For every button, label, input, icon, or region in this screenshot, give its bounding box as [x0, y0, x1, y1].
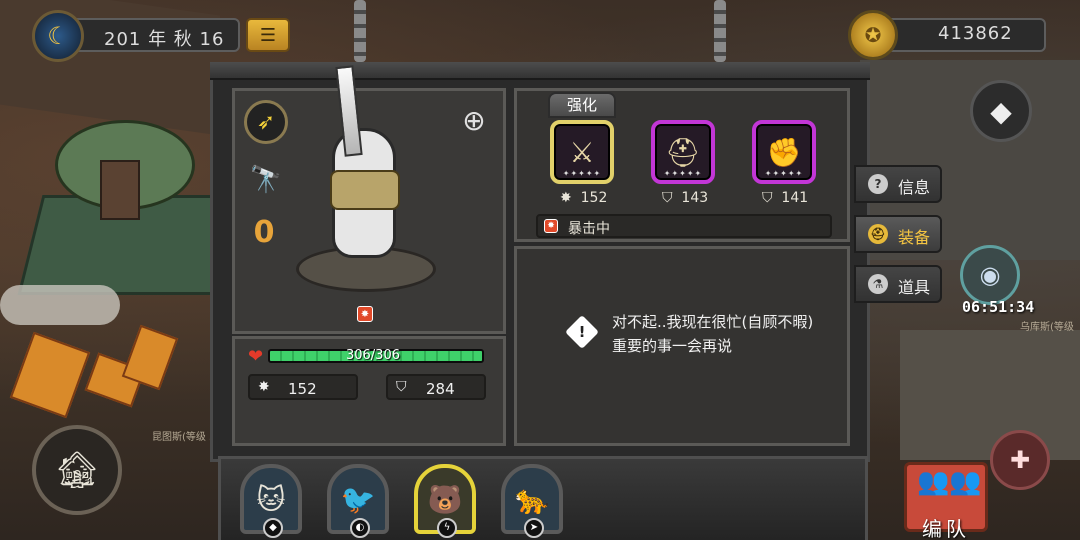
- add-bunny-icon[interactable]: ⊕: [452, 98, 496, 142]
- hanging-chain: [354, 0, 366, 62]
- message-text: 对不起..我现在很忙(自顾不暇)重要的事一会再说: [612, 313, 814, 355]
- shield-icon: ⛉: [762, 190, 773, 206]
- tab-equip[interactable]: ⛑ 装备: [854, 215, 942, 253]
- team-member-slot[interactable]: 🐆 ➤: [501, 464, 563, 538]
- equip-stat-weapon: ✸ 152: [560, 190, 607, 206]
- season-moon-icon[interactable]: ☾: [32, 10, 84, 62]
- attack-stat: ✸ 152: [248, 374, 358, 400]
- crit-status-icon: ✸: [357, 306, 373, 322]
- equip-slot-helmet[interactable]: ⛑ ✦✦✦✦✦: [651, 120, 715, 184]
- countdown-timer: 06:51:34: [962, 298, 1035, 316]
- attack-icon: ✸: [560, 190, 572, 206]
- helmet-icon: ⛑: [665, 135, 701, 169]
- cat-portrait-icon: 🐱: [256, 482, 286, 516]
- gold-amount: 413862: [938, 23, 1013, 44]
- helmet-icon: ⛑: [868, 224, 888, 244]
- shield-icon: ⛉: [662, 190, 673, 206]
- team-member-slot[interactable]: 🐱 ◆: [240, 464, 302, 538]
- defense-value: 284: [426, 380, 455, 398]
- slot-stars: ✦✦✦✦✦: [562, 169, 602, 178]
- calendar-button[interactable]: ☰: [246, 18, 290, 52]
- formation-button[interactable]: 👥👥 编队: [904, 462, 988, 540]
- slot-stars: ✦✦✦✦✦: [663, 169, 703, 178]
- date-text: 201 年 秋 16: [104, 29, 225, 50]
- panel-top-bar: [210, 62, 870, 80]
- hero-armor: [330, 170, 400, 210]
- skill-icon[interactable]: ➶: [244, 100, 288, 144]
- gold-coin-icon: ✪: [848, 10, 898, 60]
- leopard-portrait-icon: 🐆: [514, 482, 550, 516]
- crit-status-icon: ✸: [544, 219, 558, 233]
- question-icon: ?: [868, 174, 888, 194]
- shield-icon: ⛉: [396, 379, 407, 395]
- warning-mark: !: [578, 323, 586, 341]
- attack-value: 152: [288, 380, 317, 398]
- slot-stars: ✦✦✦✦✦: [764, 169, 804, 178]
- equip-value: 141: [781, 190, 809, 206]
- telescope-icon[interactable]: 🔭: [244, 158, 288, 202]
- enhance-tab[interactable]: 强化: [548, 92, 616, 118]
- formation-label: 编队: [922, 517, 970, 540]
- team-member-slot-active[interactable]: 🐻 ϟ: [414, 464, 476, 538]
- class-badge-icon: ◆: [263, 518, 283, 538]
- tab-equip-label: 装备: [898, 228, 931, 247]
- effect-row: ✸ 暴击中: [536, 214, 832, 238]
- enemy-label-right: 乌库斯(等级: [1020, 322, 1074, 333]
- hanging-chain: [714, 0, 726, 62]
- enemy-portrait-timed[interactable]: ◉: [960, 245, 1020, 305]
- tab-items-label: 道具: [898, 278, 931, 297]
- team-member-slot[interactable]: 🐦 ◐: [327, 464, 389, 538]
- class-badge-icon: ➤: [524, 518, 544, 538]
- attack-icon: ✸: [258, 379, 270, 395]
- tab-items[interactable]: ⚗ 道具: [854, 265, 942, 303]
- gauntlet-icon: ✊: [766, 135, 802, 169]
- class-badge-icon: ϟ: [437, 518, 457, 538]
- rank-wings-icon[interactable]: 0: [242, 210, 286, 254]
- enemy-portrait-bottom[interactable]: ✚: [990, 430, 1050, 490]
- equip-stat-helmet: ⛉ 143: [662, 190, 708, 206]
- village-icon[interactable]: 🏚: [32, 425, 122, 515]
- bird-portrait-icon: 🐦: [340, 482, 376, 516]
- equip-value: 152: [580, 190, 608, 206]
- enemy-portrait-top[interactable]: ◆: [970, 80, 1032, 142]
- hp-text: 306/306: [345, 348, 400, 363]
- tab-info-label: 信息: [898, 178, 931, 197]
- cloud: [0, 285, 120, 325]
- equip-value: 143: [681, 190, 709, 206]
- equip-slot-gauntlet[interactable]: ✊ ✦✦✦✦✦: [752, 120, 816, 184]
- bear-portrait-icon: 🐻: [427, 482, 463, 516]
- class-badge-icon: ◐: [350, 518, 370, 538]
- potion-icon: ⚗: [868, 274, 888, 294]
- sword-icon: ⚔: [569, 135, 595, 169]
- defense-stat: ⛉ 284: [386, 374, 486, 400]
- equip-stat-gauntlet: ⛉ 141: [762, 190, 808, 206]
- heart-icon: ❤: [248, 346, 264, 367]
- tree-trunk: [100, 160, 140, 220]
- team-people-icon: 👥👥: [917, 467, 982, 497]
- tab-info[interactable]: ? 信息: [854, 165, 942, 203]
- effect-text: 暴击中: [568, 221, 610, 237]
- equip-slot-weapon[interactable]: ⚔ ✦✦✦✦✦: [550, 120, 614, 184]
